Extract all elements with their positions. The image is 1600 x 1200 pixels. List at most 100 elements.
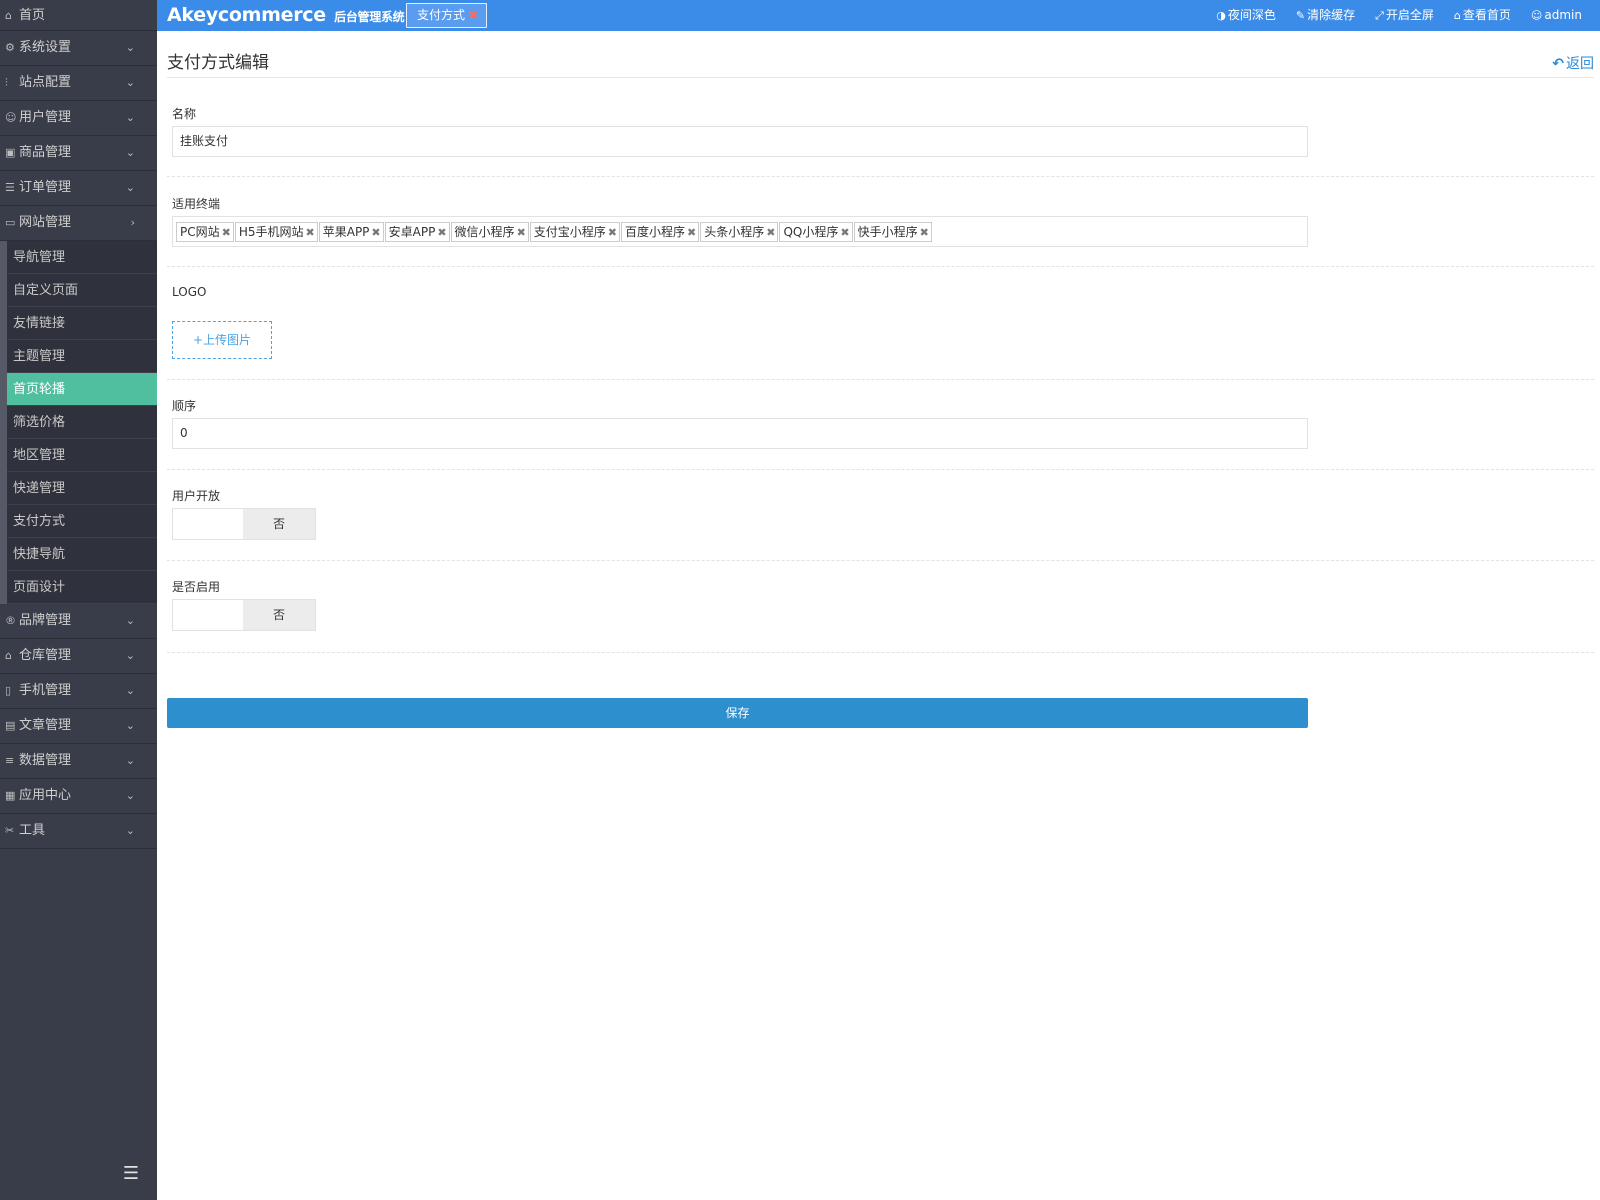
sidebar-subitem[interactable]: 导航管理	[7, 241, 157, 274]
sidebar-item-list[interactable]: ☰ 订单管理 ⌄	[0, 171, 157, 206]
top-nav: ◑ 夜间深色 ✎ 清除缓存 ⤢ 开启全屏 ⌂ 查看首页 ☺ admin	[1196, 0, 1582, 31]
remove-tag-icon[interactable]: ✖	[608, 226, 617, 239]
article-icon: ▤	[5, 719, 16, 732]
tag-label: 安卓APP	[388, 225, 436, 239]
remove-tag-icon[interactable]: ✖	[437, 226, 446, 239]
terminal-tag[interactable]: QQ小程序 ✖	[779, 222, 853, 242]
sidebar-item-database[interactable]: ≡ 数据管理 ⌄	[0, 744, 157, 779]
brand: Akeycommerce 后台管理系统	[167, 4, 405, 26]
terminal-tag[interactable]: 支付宝小程序 ✖	[529, 222, 621, 242]
sidebar-subitem[interactable]: 友情链接	[7, 307, 157, 340]
sidebar-subitem[interactable]: 首页轮播	[7, 373, 157, 406]
remove-tag-icon[interactable]: ✖	[687, 226, 696, 239]
topnav-user[interactable]: ☺ admin	[1531, 0, 1582, 31]
remove-tag-icon[interactable]: ✖	[840, 226, 849, 239]
topnav-fullscreen[interactable]: ⤢ 开启全屏	[1375, 0, 1434, 31]
terminal-tag[interactable]: 苹果APP ✖	[318, 222, 384, 242]
sidebar-subitem[interactable]: 筛选价格	[7, 406, 157, 439]
chevron-down-icon: ⌄	[125, 76, 135, 89]
terminal-tag[interactable]: 头条小程序 ✖	[700, 222, 779, 242]
user-open-toggle[interactable]: 否	[172, 508, 316, 540]
terminal-tag[interactable]: 安卓APP ✖	[384, 222, 450, 242]
toggle-state: 否	[243, 600, 315, 630]
sidebar-subitem[interactable]: 页面设计	[7, 571, 157, 604]
remove-tag-icon[interactable]: ✖	[920, 226, 929, 239]
terminal-tag[interactable]: PC网站 ✖	[176, 222, 234, 242]
sidebar-item-article[interactable]: ▤ 文章管理 ⌄	[0, 709, 157, 744]
order-input[interactable]: 0	[172, 418, 1308, 449]
enabled-toggle[interactable]: 否	[172, 599, 316, 631]
field-name: 名称 挂账支付	[167, 78, 1594, 177]
remove-tag-icon[interactable]: ✖	[766, 226, 775, 239]
topnav-contrast[interactable]: ◑ 夜间深色	[1216, 0, 1276, 31]
sidebar-item-home[interactable]: ⌂ 首页	[0, 0, 157, 31]
terminal-tag[interactable]: H5手机网站 ✖	[234, 222, 318, 242]
sidebar-subitem[interactable]: 主题管理	[7, 340, 157, 373]
remove-tag-icon[interactable]: ✖	[306, 226, 315, 239]
field-label: LOGO	[172, 285, 207, 299]
topnav-brush[interactable]: ✎ 清除缓存	[1296, 0, 1355, 31]
sidebar-item-sliders[interactable]: ⫶ 站点配置 ⌄	[0, 66, 157, 101]
main-content: 支付方式编辑 ↶ 返回 名称 挂账支付 适用终端 PC网站 ✖ H5手机网站 ✖ 苹果AP…	[167, 31, 1594, 728]
back-button[interactable]: ↶ 返回	[1552, 53, 1594, 73]
sidebar-subitem[interactable]: 地区管理	[7, 439, 157, 472]
topnav-label: 开启全屏	[1385, 8, 1434, 22]
sidebar-subitem[interactable]: 快递管理	[7, 472, 157, 505]
remove-tag-icon[interactable]: ✖	[222, 226, 231, 239]
topnav-label: 查看首页	[1462, 8, 1511, 22]
close-icon[interactable]: ✖	[468, 8, 478, 22]
bag-icon: ▣	[5, 146, 16, 159]
sidebar-submenu-website: 导航管理 自定义页面 友情链接 主题管理 首页轮播 筛选价格 地区管理 快递管理 支付方式 快捷导…	[0, 241, 157, 604]
sidebar-item-website[interactable]: ▭ 网站管理 ›	[0, 206, 157, 241]
top-bar: Akeycommerce 后台管理系统 支付方式 ✖ ◑ 夜间深色 ✎ 清除缓存 ⤢ 开启全…	[157, 0, 1600, 31]
field-order: 顺序 0	[167, 380, 1594, 470]
user-icon: ☺	[1530, 9, 1543, 22]
field-user-open: 用户开放 否	[167, 470, 1594, 561]
database-icon: ≡	[5, 754, 15, 767]
home-icon: ⌂	[5, 9, 12, 22]
sidebar-subitem[interactable]: 快捷导航	[7, 538, 157, 571]
fullscreen-icon: ⤢	[1375, 9, 1384, 22]
sidebar-item-label: 文章管理	[19, 718, 72, 733]
terminal-tag[interactable]: 快手小程序 ✖	[853, 222, 932, 242]
tag-label: 微信小程序	[454, 225, 515, 239]
topnav-home[interactable]: ⌂ 查看首页	[1454, 0, 1511, 31]
menu-collapse-icon[interactable]: ☰	[123, 1163, 139, 1184]
list-icon: ☰	[5, 181, 15, 194]
remove-tag-icon[interactable]: ✖	[371, 226, 380, 239]
remove-tag-icon[interactable]: ✖	[517, 226, 526, 239]
sidebar-item-label: 应用中心	[19, 788, 72, 803]
contrast-icon: ◑	[1216, 9, 1226, 22]
brand-name: Akeycommerce	[167, 4, 326, 26]
sidebar-subitem[interactable]: 自定义页面	[7, 274, 157, 307]
tab-payment-method[interactable]: 支付方式 ✖	[406, 3, 488, 28]
sidebar-item-tools[interactable]: ✂ 工具 ⌄	[0, 814, 157, 849]
field-label: 顺序	[172, 399, 197, 413]
sidebar-item-warehouse[interactable]: ⌂ 仓库管理 ⌄	[0, 639, 157, 674]
sidebar-subitem[interactable]: 支付方式	[7, 505, 157, 538]
sidebar-item-brand[interactable]: ® 品牌管理 ⌄	[0, 604, 157, 639]
tag-label: PC网站	[180, 225, 220, 239]
sidebar-item-gear[interactable]: ⚙ 系统设置 ⌄	[0, 31, 157, 66]
name-input[interactable]: 挂账支付	[172, 126, 1308, 157]
sidebar-item-apps[interactable]: ▦ 应用中心 ⌄	[0, 779, 157, 814]
save-button[interactable]: 保存	[167, 698, 1308, 728]
page-header: 支付方式编辑 ↶ 返回	[167, 31, 1594, 78]
terminal-tag[interactable]: 微信小程序 ✖	[450, 222, 529, 242]
toggle-state: 否	[243, 509, 315, 539]
sidebar-item-user[interactable]: ☺ 用户管理 ⌄	[0, 101, 157, 136]
field-label: 是否启用	[172, 580, 221, 594]
terminal-tag[interactable]: 百度小程序 ✖	[621, 222, 700, 242]
terminals-tag-input[interactable]: PC网站 ✖ H5手机网站 ✖ 苹果APP ✖ 安卓APP ✖ 微信小程序 ✖ 支付宝小程序 ✖ 百度小…	[172, 216, 1308, 247]
chevron-down-icon: ⌄	[125, 614, 135, 627]
chevron-down-icon: ⌄	[125, 649, 135, 662]
chevron-down-icon: ⌄	[125, 41, 135, 54]
website-icon: ▭	[5, 216, 16, 229]
upload-image-button[interactable]: +上传图片	[172, 321, 272, 359]
field-logo: LOGO +上传图片	[167, 267, 1594, 380]
brand-icon: ®	[5, 614, 16, 627]
sidebar: ⌂ 首页 ⚙ 系统设置 ⌄ ⫶ 站点配置 ⌄ ☺ 用户管理 ⌄ ▣ 商品管理 ⌄ ☰ 订单管理 ⌄ ▭ 网站管理 ›…	[0, 0, 157, 1200]
user-icon: ☺	[5, 111, 17, 124]
sidebar-item-bag[interactable]: ▣ 商品管理 ⌄	[0, 136, 157, 171]
sidebar-item-mobile[interactable]: ▯ 手机管理 ⌄	[0, 674, 157, 709]
